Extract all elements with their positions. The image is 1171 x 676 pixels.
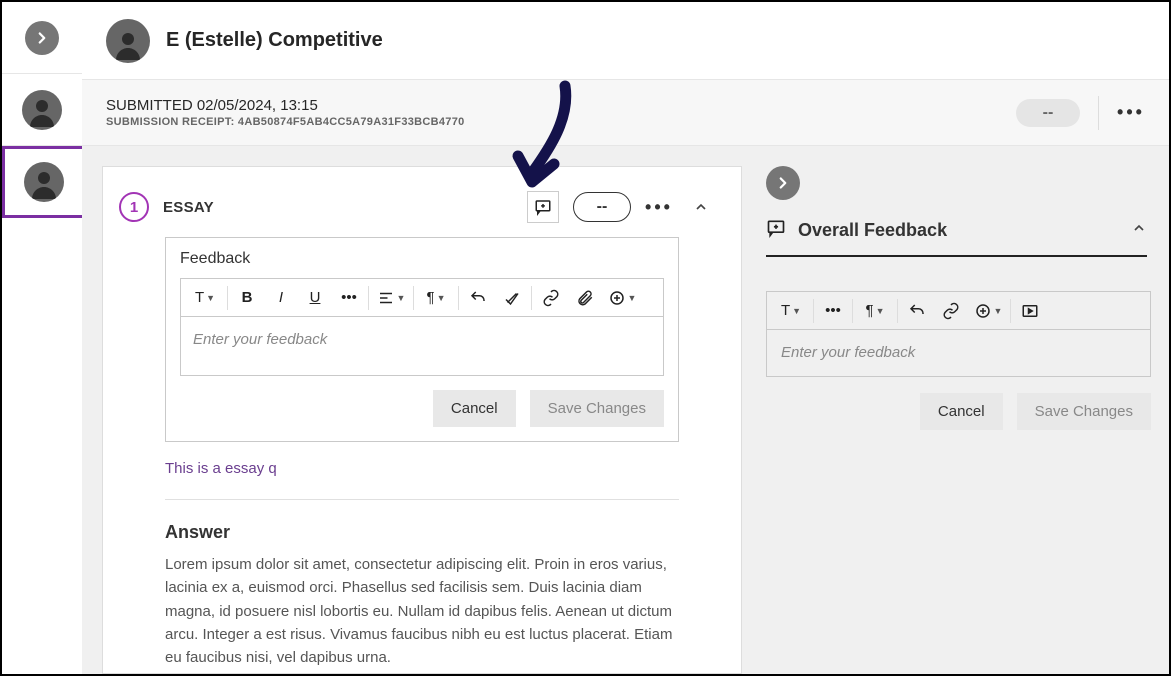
overall-feedback-input[interactable]: Enter your feedback <box>767 330 1150 376</box>
avatar-icon <box>106 19 150 63</box>
align-icon[interactable]: ▼ <box>371 280 411 316</box>
student-rail <box>2 2 82 674</box>
question-number: 1 <box>119 192 149 222</box>
divider <box>165 499 679 500</box>
header: E (Estelle) Competitive <box>82 2 1169 80</box>
underline-icon[interactable]: U <box>298 280 332 316</box>
attach-icon[interactable] <box>568 280 602 316</box>
collapse-icon[interactable] <box>687 193 715 221</box>
submission-bar: SUBMITTED 02/05/2024, 13:15 SUBMISSION R… <box>82 80 1169 146</box>
chevron-right-icon[interactable] <box>25 21 59 55</box>
more-menu-icon[interactable]: ••• <box>1117 99 1145 127</box>
link-icon[interactable] <box>934 293 968 329</box>
answer-body: Lorem ipsum dolor sit amet, consectetur … <box>165 553 679 669</box>
link-icon[interactable] <box>534 280 568 316</box>
insert-icon[interactable]: ▼ <box>602 280 642 316</box>
question-header: 1 ESSAY -- ••• <box>103 167 741 237</box>
feedback-label: Feedback <box>180 250 664 268</box>
question-feedback-editor: Feedback T▼ B I U ••• ▼ ¶▼ ▼ Enter <box>165 237 679 442</box>
question-score-pill[interactable]: -- <box>573 192 631 222</box>
question-type: ESSAY <box>163 199 214 216</box>
rail-toggle[interactable] <box>2 2 82 74</box>
overall-grade-pill[interactable]: -- <box>1016 99 1080 127</box>
paragraph-icon[interactable]: ¶▼ <box>855 293 895 329</box>
more-format-icon[interactable]: ••• <box>816 293 850 329</box>
feedback-input[interactable]: Enter your feedback <box>180 316 664 376</box>
chevron-up-icon <box>1131 220 1147 241</box>
paragraph-icon[interactable]: ¶▼ <box>416 280 456 316</box>
overall-feedback-header[interactable]: Overall Feedback <box>766 218 1147 257</box>
cancel-button[interactable]: Cancel <box>433 390 516 427</box>
student-avatar-1[interactable] <box>2 74 82 146</box>
feedback-panel: Overall Feedback T▼ ••• ¶▼ ▼ Enter your … <box>750 166 1161 674</box>
overall-feedback-title: Overall Feedback <box>798 220 1119 241</box>
media-icon[interactable] <box>1013 293 1047 329</box>
save-button[interactable]: Save Changes <box>1017 393 1151 430</box>
clear-icon[interactable] <box>495 280 529 316</box>
cancel-button[interactable]: Cancel <box>920 393 1003 430</box>
more-format-icon[interactable]: ••• <box>332 280 366 316</box>
student-name: E (Estelle) Competitive <box>166 29 383 52</box>
undo-icon[interactable] <box>461 280 495 316</box>
panel-collapse-icon[interactable] <box>766 166 800 200</box>
bold-icon[interactable]: B <box>230 280 264 316</box>
submission-receipt: SUBMISSION RECEIPT: 4AB50874F5AB4CC5A79A… <box>106 116 465 128</box>
question-panel: 1 ESSAY -- ••• Feedback T▼ B I U ••• ▼ <box>102 166 742 674</box>
undo-icon[interactable] <box>900 293 934 329</box>
divider <box>1098 96 1099 130</box>
feedback-icon <box>766 218 786 243</box>
italic-icon[interactable]: I <box>264 280 298 316</box>
question-prompt: This is a essay q <box>165 460 679 477</box>
avatar-icon <box>24 162 64 202</box>
editor-toolbar: T▼ ••• ¶▼ ▼ <box>767 292 1150 330</box>
answer-heading: Answer <box>165 522 679 543</box>
main-area: 1 ESSAY -- ••• Feedback T▼ B I U ••• ▼ <box>82 146 1169 674</box>
save-button[interactable]: Save Changes <box>530 390 664 427</box>
text-style-icon[interactable]: T▼ <box>771 293 811 329</box>
editor-toolbar: T▼ B I U ••• ▼ ¶▼ ▼ <box>180 278 664 316</box>
text-style-icon[interactable]: T▼ <box>185 280 225 316</box>
avatar-icon <box>22 90 62 130</box>
submitted-timestamp: SUBMITTED 02/05/2024, 13:15 <box>106 97 465 114</box>
insert-icon[interactable]: ▼ <box>968 293 1008 329</box>
question-more-icon[interactable]: ••• <box>645 193 673 221</box>
student-avatar-2[interactable] <box>2 146 82 218</box>
overall-feedback-editor: T▼ ••• ¶▼ ▼ Enter your feedback <box>766 291 1151 377</box>
add-feedback-icon[interactable] <box>527 191 559 223</box>
